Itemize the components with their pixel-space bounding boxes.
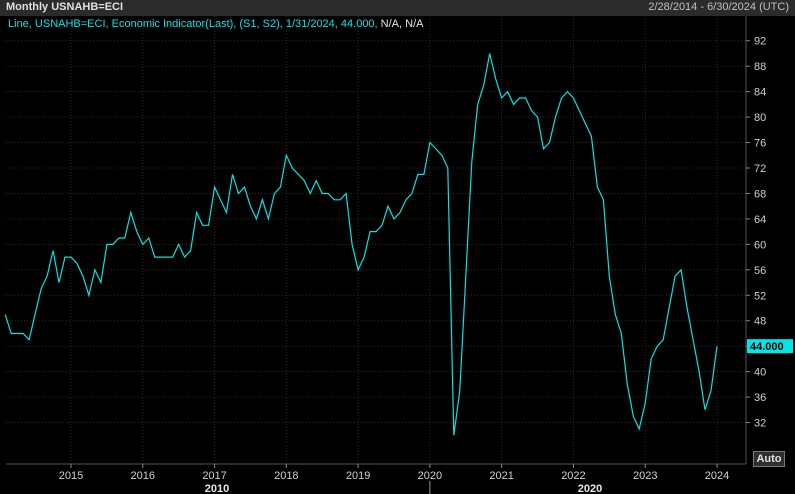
y-axis: 32364044485256606468727680848892	[745, 16, 766, 464]
y-tick-label: 60	[754, 239, 766, 251]
y-tick-label: 32	[754, 418, 766, 430]
x-tick-label: 2019	[346, 470, 370, 482]
y-tick-label: 72	[754, 163, 766, 175]
x-tick-label: 2021	[489, 470, 513, 482]
x-tick-label: 2016	[131, 470, 155, 482]
y-tick-label: 84	[754, 87, 766, 99]
series-legend[interactable]: Line, USNAHB=ECI, Economic Indicator(Las…	[8, 18, 423, 30]
x-major-label: 2010	[205, 483, 229, 494]
y-tick-label: 36	[754, 392, 766, 404]
y-tick-label: 56	[754, 265, 766, 277]
y-tick-label: 88	[754, 61, 766, 73]
y-tick-label: 48	[754, 316, 766, 328]
y-tick-label: 92	[754, 36, 766, 48]
last-value-label: 44.000	[750, 341, 784, 353]
last-value-tag: 44.000	[747, 339, 793, 354]
x-major-label: 2020	[578, 483, 602, 494]
y-tick-label: 52	[754, 290, 766, 302]
y-tick-label: 80	[754, 112, 766, 124]
y-tick-label: 68	[754, 188, 766, 200]
line-chart[interactable]: 32364044485256606468727680848892 2015201…	[0, 0, 795, 494]
x-axis: 2015 2016 2017 2018 2019 2020 2021 2022 2023 2024…	[6, 463, 746, 494]
legend-text: Line, USNAHB=ECI, Economic Indicator(Las…	[8, 18, 378, 30]
legend-na: N/A, N/A	[380, 18, 424, 30]
auto-scale-button[interactable]: Auto	[753, 451, 785, 467]
x-tick-label: 2017	[202, 470, 226, 482]
x-tick-label: 2022	[561, 470, 585, 482]
x-tick-label: 2023	[633, 470, 657, 482]
x-tick-label: 2020	[418, 470, 442, 482]
y-tick-label: 76	[754, 138, 766, 150]
x-tick-label: 2015	[59, 470, 83, 482]
y-tick-label: 64	[754, 214, 766, 226]
x-tick-label: 2018	[274, 470, 298, 482]
x-tick-label: 2024	[705, 470, 729, 482]
y-tick-label: 40	[754, 367, 766, 379]
